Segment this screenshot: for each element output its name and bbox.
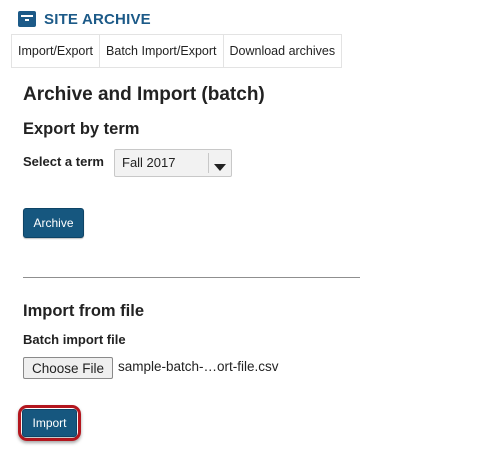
term-select[interactable]: Fall 2017 (114, 149, 232, 177)
choose-file-button[interactable]: Choose File (23, 357, 113, 379)
section-divider (23, 277, 360, 278)
page-title: Archive and Import (batch) (23, 84, 265, 105)
tool-title: SITE ARCHIVE (44, 10, 151, 28)
import-button[interactable]: Import (22, 409, 77, 437)
page-header: SITE ARCHIVE (18, 8, 151, 30)
tab-import-export[interactable]: Import/Export (11, 35, 100, 67)
selected-file-name: sample-batch-…ort-file.csv (118, 359, 279, 374)
tab-bar: Import/Export Batch Import/Export Downlo… (11, 34, 343, 68)
archive-button[interactable]: Archive (23, 208, 84, 238)
dropdown-toggle[interactable] (208, 153, 231, 173)
tab-batch-import-export[interactable]: Batch Import/Export (99, 35, 223, 67)
chevron-down-icon (214, 164, 226, 171)
term-select-label: Select a term (23, 154, 104, 169)
term-select-value: Fall 2017 (122, 155, 176, 170)
batch-file-label: Batch import file (23, 332, 126, 347)
export-section-heading: Export by term (23, 120, 140, 138)
import-section-heading: Import from file (23, 302, 145, 320)
tab-download-archives[interactable]: Download archives (222, 35, 343, 67)
archive-icon (18, 11, 36, 27)
